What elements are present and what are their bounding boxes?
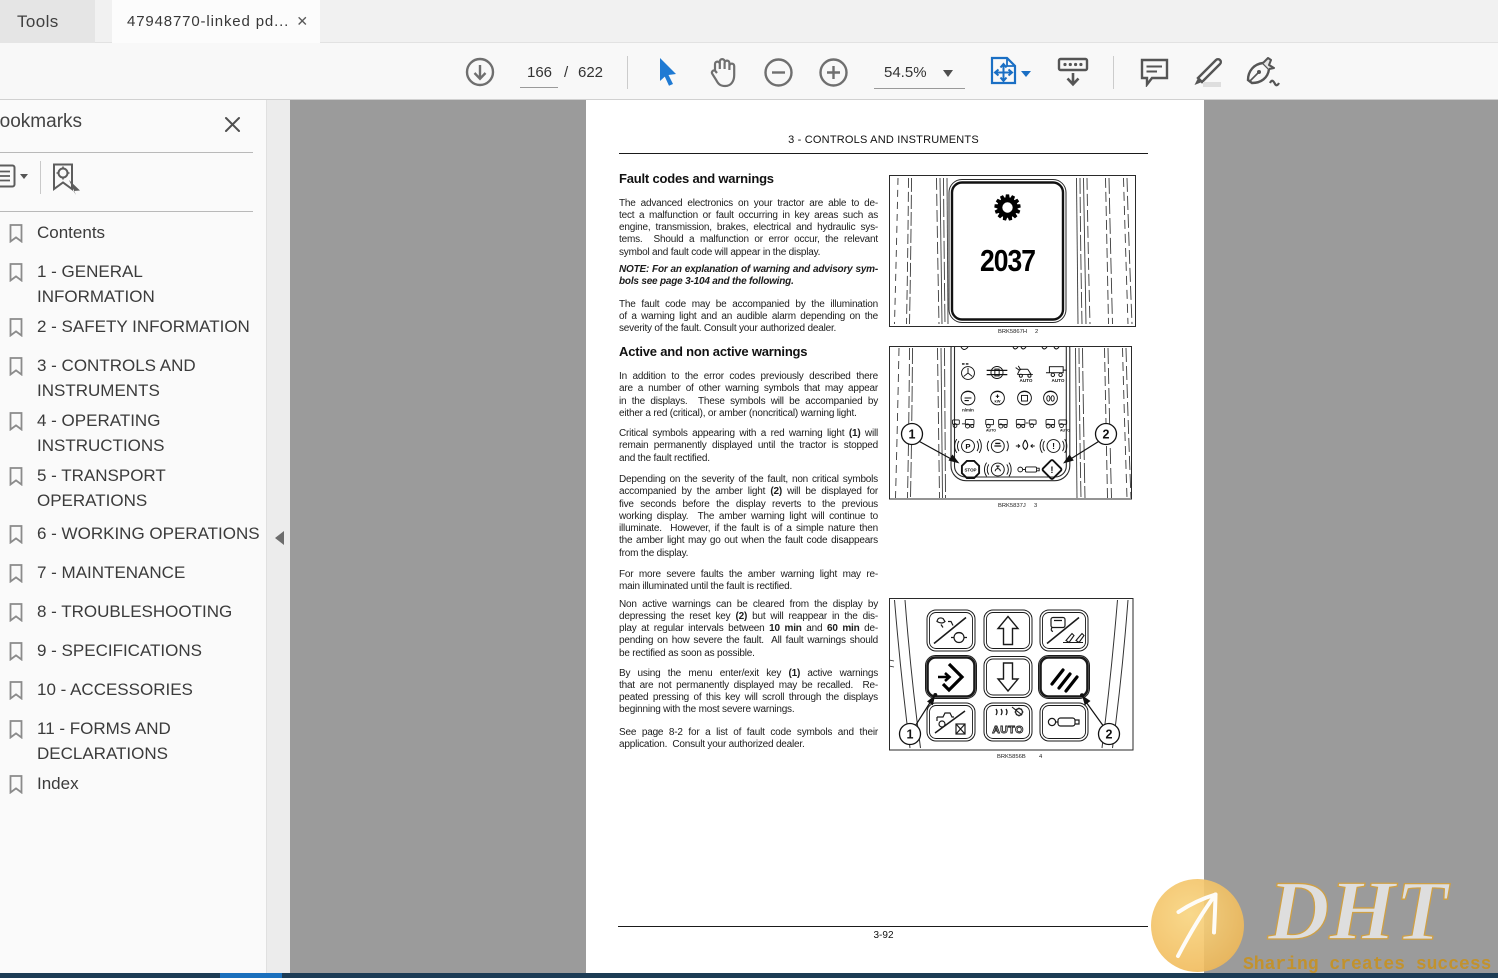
svg-text:!: ! [1050,465,1053,476]
svg-text:kW: kW [995,399,1001,404]
svg-text:AUTO: AUTO [992,724,1024,736]
svg-text:AUTO: AUTO [986,429,996,433]
svg-text:!: ! [1052,441,1055,451]
svg-text:AUTO: AUTO [1020,378,1033,383]
svg-text:P: P [965,442,970,451]
svg-text:AUTO: AUTO [1060,429,1070,433]
svg-text:AUTO: AUTO [1052,378,1065,383]
svg-text:1: 1 [909,428,916,442]
svg-text:2037: 2037 [980,244,1035,278]
svg-text:STOP: STOP [964,467,976,472]
svg-text:2: 2 [1106,728,1113,742]
svg-text:2: 2 [1103,428,1110,442]
svg-text:1: 1 [907,728,914,742]
svg-text:n/min: n/min [962,408,974,413]
